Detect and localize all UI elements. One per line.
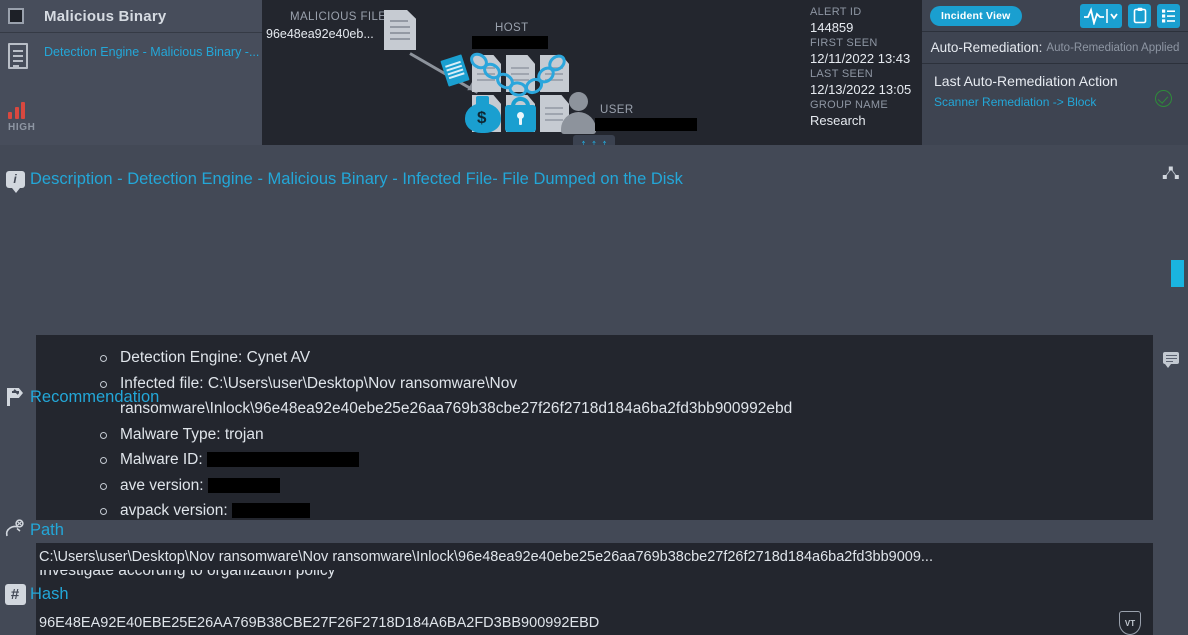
recommendation-title: Recommendation [30,387,160,406]
sign-icon-wrap [0,388,30,406]
malicious-file-label: MALICIOUS FILE [290,11,387,23]
document-icon [8,43,30,71]
incident-view-button[interactable]: Incident View [930,5,1022,26]
user-head-icon [569,92,588,111]
comment-icon[interactable] [1163,352,1179,368]
pulse-icon [1084,6,1118,25]
description-list: Detection Engine: Cynet AV Infected file… [98,345,1153,520]
user-label: USER [600,104,634,116]
group-name-label: GROUP NAME [810,99,888,111]
alert-detail-sections: i Description - Detection Engine - Malic… [0,145,1188,635]
clipboard-icon [1133,7,1146,24]
severity-label: HIGH [8,122,36,133]
desc-item-text: Malware Type: trojan [120,425,264,443]
sidebar-title-row: Malicious Binary [0,0,262,32]
list-item: ave version: [98,473,1153,499]
list-item: Detection Engine: Cynet AV [98,345,1153,371]
path-value: C:\Users\user\Desktop\Nov ransomware\Nov… [39,548,933,565]
severity-indicator: HIGH [8,102,54,133]
auto-remediation-status: Auto-Remediation Applied [1046,41,1180,54]
sidebar-alert-entry[interactable]: Detection Engine - Malicious Binary -... [0,33,262,71]
list-item: avpack version: [98,498,1153,520]
alert-meta-panel: ALERT ID 144859 FIRST SEEN 12/11/2022 13… [810,0,922,145]
hash-value: 96E48EA92E40EBE25E26AA769B38CBE27F26F271… [39,614,600,631]
first-seen-value: 12/11/2022 13:43 [810,51,911,66]
alert-detail-page: Malicious Binary Detection Engine - Mali… [0,0,1188,635]
toolbar-icons [1080,3,1180,28]
alert-id-label: ALERT ID [810,6,862,18]
desc-item-text: ave version: [120,476,208,494]
hash-header: # Hash [0,580,69,608]
list-view-button[interactable] [1157,3,1180,28]
malicious-file-icon [384,10,416,50]
list-item: Malware Type: trojan [98,422,1153,448]
redacted-malware-id [207,452,359,468]
remediation-panel: Incident View Auto-Remediation: Auto-Rem… [922,0,1188,145]
last-action-title: Last Auto-Remediation Action [934,73,1118,89]
info-icon-wrap: i [0,170,30,193]
desc-item-text: avpack version: [120,502,232,519]
list-item: Malware ID: [98,447,1153,473]
user-value-redacted [595,118,697,131]
top-band: Malicious Binary Detection Engine - Mali… [0,0,1188,151]
clipboard-button[interactable] [1128,3,1151,28]
host-value-redacted [472,36,548,49]
redacted-avpack-version [232,503,310,519]
redacted-ave-version [207,477,280,493]
desc-item-text: Malware ID: [120,451,207,468]
alert-id-value: 144859 [810,20,854,35]
group-name-value: Research [810,113,866,128]
hash-icon-wrap: # [0,583,30,605]
path-icon [5,519,24,537]
dollar-sign: $ [477,108,487,127]
last-seen-label: LAST SEEN [810,68,874,80]
attack-diagram: MALICIOUS FILE 96e48ea92e40eb... HOST $ … [262,0,810,151]
last-action-value[interactable]: Scanner Remediation -> Block [934,95,1188,109]
description-scrollbar-thumb[interactable] [1171,260,1184,287]
transferred-file-icon [440,54,470,87]
info-icon: i [5,170,25,193]
remediation-toolbar: Incident View [922,0,1188,31]
description-header: i Description - Detection Engine - Malic… [0,165,683,193]
list-item: Infected file: C:\Users\user\Desktop\Nov… [98,371,1153,422]
select-alert-checkbox[interactable] [8,8,24,24]
description-box: Detection Engine: Cynet AV Infected file… [36,335,1153,520]
virustotal-icon[interactable]: VT [1119,611,1141,635]
description-title: Description - Detection Engine - Malicio… [30,169,683,188]
graph-nodes-icon [1162,166,1179,179]
signpost-icon [4,388,26,406]
sidebar-alert-link[interactable]: Detection Engine - Malicious Binary -... [44,45,259,71]
alert-name: Malicious Binary [44,7,167,25]
path-title: Path [30,520,64,539]
first-seen-label: FIRST SEEN [810,37,878,49]
list-icon [1162,9,1175,22]
hash-title: Hash [30,584,69,603]
activity-graph-button[interactable] [1080,3,1122,28]
path-value-bar[interactable]: C:\Users\user\Desktop\Nov ransomware\Nov… [36,543,1153,570]
desc-item-text: Infected file: C:\Users\user\Desktop\Nov… [120,374,793,418]
success-check-icon [1155,90,1172,107]
hash-value-bar[interactable]: 96E48EA92E40EBE25E26AA769B38CBE27F26F271… [36,608,1153,635]
hash-icon: # [4,583,26,605]
recommendation-header: Recommendation [0,383,159,411]
auto-remediation-status-row: Auto-Remediation: Auto-Remediation Appli… [922,32,1188,63]
desc-item-text: Detection Engine: Cynet AV [120,349,311,366]
host-label: HOST [495,22,529,34]
lock-keyslot-icon [519,117,522,125]
relations-graph-icon[interactable] [1162,165,1180,186]
auto-remediation-label: Auto-Remediation: [930,40,1043,55]
path-header: Path [0,516,64,544]
last-remediation-action: Last Auto-Remediation Action Scanner Rem… [922,64,1188,109]
alert-sidebar: Malicious Binary Detection Engine - Mali… [0,0,262,145]
last-seen-value: 12/13/2022 13:05 [810,82,912,97]
severity-bars-icon [8,102,54,119]
user-body-icon [561,112,596,134]
malicious-file-value: 96e48ea92e40eb... [266,27,374,41]
path-icon-wrap [0,519,30,541]
